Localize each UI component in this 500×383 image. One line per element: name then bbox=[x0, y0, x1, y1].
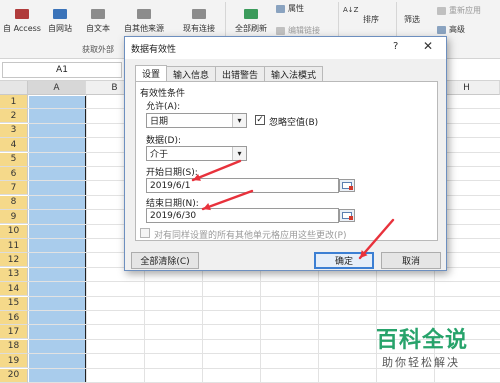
access-icon bbox=[15, 9, 29, 19]
row-header[interactable]: 17 bbox=[0, 325, 28, 340]
from-other-sources-button[interactable]: 自其他来源 bbox=[118, 0, 170, 34]
allow-value: 日期 bbox=[150, 117, 169, 127]
gridline bbox=[86, 95, 87, 383]
tab-input-message[interactable]: 输入信息 bbox=[166, 66, 217, 81]
row-header[interactable]: 14 bbox=[0, 282, 28, 297]
properties-icon bbox=[276, 4, 285, 13]
row-header[interactable]: 20 bbox=[0, 368, 28, 383]
row-header[interactable]: 13 bbox=[0, 267, 28, 282]
from-text-button[interactable]: 自文本 bbox=[80, 0, 116, 34]
sort-button[interactable]: 排序 bbox=[363, 14, 379, 25]
watermark-slogan: 助你轻松解决 bbox=[382, 356, 460, 369]
row-header[interactable]: 12 bbox=[0, 253, 28, 268]
range-select-icon bbox=[342, 182, 353, 190]
row-header[interactable]: 10 bbox=[0, 224, 28, 239]
watermark-logo-text: 百科全说 bbox=[376, 328, 469, 353]
from-web-button[interactable]: 自网站 bbox=[42, 0, 78, 34]
advanced-filter-icon bbox=[437, 25, 446, 34]
end-date-range-picker[interactable] bbox=[339, 209, 355, 222]
from-access-button[interactable]: 自 Access bbox=[2, 0, 42, 34]
settings-panel: 有效性条件 允许(A): 日期 ▾ ✓ 忽略空值(B) 数据(D): 介于 ▾ … bbox=[135, 81, 438, 241]
cancel-button[interactable]: 取消 bbox=[381, 252, 441, 269]
data-label: 数据(D): bbox=[146, 136, 181, 146]
row-header[interactable]: 11 bbox=[0, 239, 28, 253]
name-box[interactable]: A1 bbox=[2, 62, 122, 78]
refresh-icon bbox=[244, 9, 258, 19]
existing-connections-button[interactable]: 现有连接 bbox=[177, 0, 221, 34]
tab-settings[interactable]: 设置 bbox=[135, 65, 168, 81]
column-a-selection bbox=[29, 96, 86, 383]
apply-all-checkbox[interactable] bbox=[140, 228, 150, 238]
end-date-input[interactable]: 2019/6/30 bbox=[146, 208, 339, 223]
tab-error-alert[interactable]: 出错警告 bbox=[215, 66, 266, 81]
data-validation-dialog: 数据有效性 ? ✕ 设置 输入信息 出错警告 输入法模式 有效性条件 允许(A)… bbox=[124, 36, 447, 271]
tab-ime-mode[interactable]: 输入法模式 bbox=[264, 66, 324, 81]
start-date-label: 开始日期(S): bbox=[146, 168, 198, 178]
links-icon bbox=[276, 26, 285, 35]
row-header[interactable]: 8 bbox=[0, 195, 28, 210]
clear-all-button[interactable]: 全部清除(C) bbox=[131, 252, 199, 269]
text-file-icon bbox=[91, 9, 105, 19]
apply-all-label: 对有同样设置的所有其他单元格应用这些更改(P) bbox=[154, 231, 347, 241]
start-date-input[interactable]: 2019/6/1 bbox=[146, 178, 339, 193]
web-icon bbox=[53, 9, 67, 19]
filter-button[interactable]: 筛选 bbox=[404, 14, 420, 25]
reapply-icon bbox=[437, 6, 446, 15]
help-button[interactable]: ? bbox=[393, 41, 398, 52]
chevron-down-icon[interactable]: ▾ bbox=[232, 147, 246, 160]
group-label: 获取外部 bbox=[82, 45, 114, 54]
row-header[interactable]: 18 bbox=[0, 339, 28, 354]
row-header[interactable]: 9 bbox=[0, 210, 28, 225]
start-date-range-picker[interactable] bbox=[339, 179, 355, 192]
select-all-corner[interactable] bbox=[0, 81, 28, 95]
ignore-blank-label: 忽略空值(B) bbox=[269, 118, 319, 128]
advanced-button[interactable]: 高级 bbox=[437, 24, 465, 35]
dialog-tabs: 设置 输入信息 出错警告 输入法模式 bbox=[135, 65, 324, 81]
close-icon[interactable]: ✕ bbox=[423, 39, 433, 53]
row-header[interactable]: 1 bbox=[0, 95, 28, 109]
row-header[interactable]: 16 bbox=[0, 311, 28, 325]
other-sources-icon bbox=[137, 9, 151, 19]
row-header[interactable]: 2 bbox=[0, 109, 28, 124]
data-value: 介于 bbox=[150, 150, 169, 160]
row-header[interactable]: 6 bbox=[0, 167, 28, 181]
gridline bbox=[28, 295, 500, 297]
range-select-icon bbox=[342, 212, 353, 220]
column-header-a[interactable]: A bbox=[28, 81, 86, 95]
row-header[interactable]: 3 bbox=[0, 123, 28, 138]
ignore-blank-checkbox[interactable]: ✓ bbox=[255, 115, 265, 125]
gridline bbox=[28, 281, 500, 283]
sort-az-icon: A↓Z bbox=[343, 6, 359, 14]
watermark: 百科全说 助你轻松解决 bbox=[372, 322, 500, 383]
row-header[interactable]: 7 bbox=[0, 181, 28, 196]
data-select[interactable]: 介于 ▾ bbox=[146, 146, 247, 161]
connections-icon bbox=[192, 9, 206, 19]
chevron-down-icon[interactable]: ▾ bbox=[232, 114, 246, 127]
refresh-all-button[interactable]: 全部刷新 bbox=[229, 0, 273, 34]
row-header[interactable]: 4 bbox=[0, 138, 28, 153]
row-header[interactable]: 5 bbox=[0, 152, 28, 167]
validation-criteria-heading: 有效性条件 bbox=[140, 89, 186, 99]
row-header[interactable]: 19 bbox=[0, 354, 28, 369]
reapply-button[interactable]: 重新应用 bbox=[437, 5, 481, 16]
edit-links-button[interactable]: 编辑链接 bbox=[276, 25, 320, 36]
gridline bbox=[28, 310, 500, 311]
ok-button[interactable]: 确定 bbox=[314, 252, 374, 269]
allow-select[interactable]: 日期 ▾ bbox=[146, 113, 247, 128]
row-header[interactable]: 15 bbox=[0, 296, 28, 311]
properties-button[interactable]: 属性 bbox=[276, 3, 304, 14]
sort-az-button[interactable]: A↓Z bbox=[343, 6, 358, 14]
allow-label: 允许(A): bbox=[146, 102, 181, 112]
